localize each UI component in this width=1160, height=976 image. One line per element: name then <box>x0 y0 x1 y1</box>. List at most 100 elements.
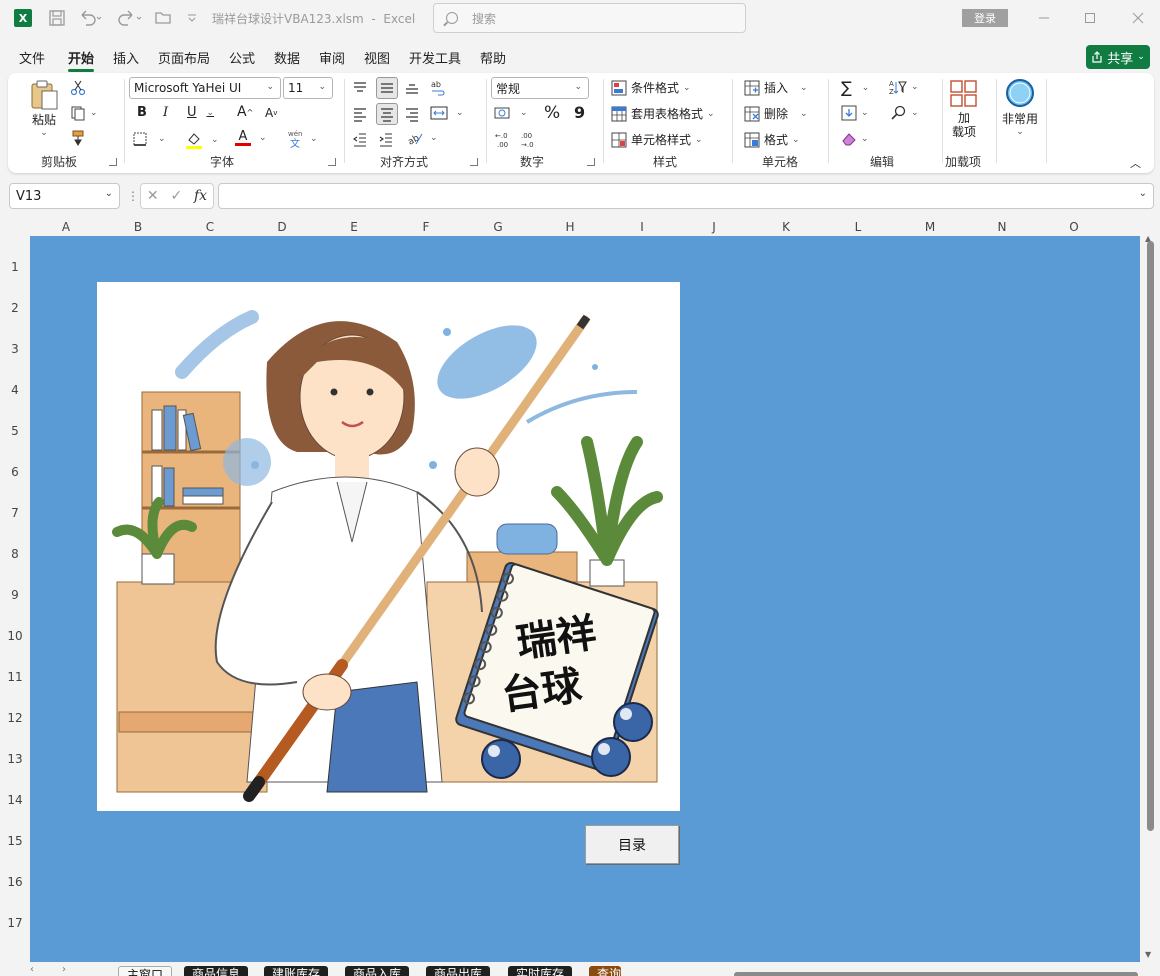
align-center-icon[interactable] <box>376 103 398 125</box>
align-middle-icon[interactable] <box>376 77 398 99</box>
orientation-button[interactable]: ab ⌄ <box>406 130 437 146</box>
column-header-m[interactable]: M <box>894 220 966 234</box>
drag-handle-icon[interactable]: ⋮ <box>127 189 139 203</box>
row-header-8[interactable]: 8 <box>0 547 30 561</box>
column-header-b[interactable]: B <box>102 220 174 234</box>
customize-qat-icon[interactable] <box>186 8 198 28</box>
horizontal-scroll-thumb[interactable] <box>734 972 1138 976</box>
row-header-5[interactable]: 5 <box>0 424 30 438</box>
borders-button[interactable]: ⌄ <box>132 131 166 147</box>
row-header-13[interactable]: 13 <box>0 752 30 766</box>
find-select-button[interactable]: ⌄ <box>891 105 919 121</box>
cell-styles-button[interactable]: 单元格样式 ⌄ <box>611 131 703 148</box>
clipboard-dialog-launcher-icon[interactable] <box>109 158 117 166</box>
row-header-1[interactable]: 1 <box>0 260 30 274</box>
row-header-2[interactable]: 2 <box>0 301 30 315</box>
row-header-14[interactable]: 14 <box>0 793 30 807</box>
row-header-15[interactable]: 15 <box>0 834 30 848</box>
row-header-7[interactable]: 7 <box>0 506 30 520</box>
insert-function-button[interactable]: fx <box>194 188 207 204</box>
sheet-tab-stock-in[interactable]: 商品入库 <box>345 966 410 976</box>
collapse-ribbon-icon[interactable]: ︿ <box>1130 155 1141 171</box>
tab-scroll-left-icon[interactable]: ‹ <box>30 964 34 975</box>
teacher-billiards-illustration[interactable]: 瑞祥 台球 <box>97 282 680 811</box>
addins-button[interactable]: 加 载项 <box>947 79 981 139</box>
accounting-format-button[interactable]: ⌄ <box>494 105 528 121</box>
sheet-tab-live-stock[interactable]: 实时库存 <box>508 966 573 976</box>
redo-icon[interactable] <box>116 8 146 28</box>
tab-review[interactable]: 审阅 <box>319 48 345 67</box>
row-header-3[interactable]: 3 <box>0 342 30 356</box>
minimize-icon[interactable] <box>1034 8 1054 28</box>
undo-icon[interactable] <box>78 8 102 28</box>
row-header-16[interactable]: 16 <box>0 875 30 889</box>
column-header-n[interactable]: N <box>966 220 1038 234</box>
insert-cells-button[interactable]: 插入 ⌄ <box>744 79 808 96</box>
align-right-icon[interactable] <box>404 106 420 122</box>
italic-button[interactable]: I <box>163 105 168 120</box>
tab-page-layout[interactable]: 页面布局 <box>158 48 210 67</box>
grow-font-button[interactable]: A ^ <box>237 104 253 120</box>
align-top-icon[interactable] <box>352 80 368 96</box>
wrap-text-icon[interactable]: ab <box>430 79 448 97</box>
column-header-e[interactable]: E <box>318 220 390 234</box>
column-header-i[interactable]: I <box>606 220 678 234</box>
share-button[interactable]: 共享 ⌄ <box>1086 45 1150 69</box>
row-header-11[interactable]: 11 <box>0 670 30 684</box>
increase-decimal-icon[interactable]: ←.0.00 <box>494 130 512 148</box>
tab-insert[interactable]: 插入 <box>113 48 139 67</box>
row-header-17[interactable]: 17 <box>0 916 30 930</box>
tab-data[interactable]: 数据 <box>274 48 300 67</box>
column-header-l[interactable]: L <box>822 220 894 234</box>
column-header-c[interactable]: C <box>174 220 246 234</box>
fill-button[interactable]: ⌄ <box>841 105 869 121</box>
column-header-g[interactable]: G <box>462 220 534 234</box>
column-header-a[interactable]: A <box>30 220 102 234</box>
tab-developer[interactable]: 开发工具 <box>409 48 461 67</box>
paste-button[interactable]: 粘贴 ⌄ <box>26 79 62 138</box>
sort-filter-button[interactable]: A Z ⌄ <box>889 79 919 95</box>
align-left-icon[interactable] <box>352 106 368 122</box>
maximize-icon[interactable] <box>1080 8 1100 28</box>
enter-icon[interactable]: ✓ <box>170 188 182 204</box>
decrease-decimal-icon[interactable]: .00 →.0 <box>520 130 538 148</box>
tab-home[interactable]: 开始 <box>68 48 95 72</box>
tab-formulas[interactable]: 公式 <box>229 48 255 67</box>
row-header-4[interactable]: 4 <box>0 383 30 397</box>
formula-input[interactable]: ⌄ <box>218 183 1154 209</box>
tab-help[interactable]: 帮助 <box>480 48 506 67</box>
alignment-dialog-launcher-icon[interactable] <box>470 158 478 166</box>
column-header-k[interactable]: K <box>750 220 822 234</box>
underline-button[interactable]: U ⌄ <box>187 105 214 120</box>
comma-style-button[interactable]: 9 <box>574 103 585 122</box>
cancel-icon[interactable]: ✕ <box>147 188 159 204</box>
directory-button[interactable]: 目录 <box>585 825 679 864</box>
fill-color-button[interactable]: ⌄ <box>185 131 219 149</box>
sheet-tab-main[interactable]: 主窗口 <box>118 966 173 976</box>
row-header-6[interactable]: 6 <box>0 465 30 479</box>
bold-button[interactable]: B <box>137 105 147 120</box>
format-cells-button[interactable]: 格式 ⌄ <box>744 131 800 148</box>
row-header-12[interactable]: 12 <box>0 711 30 725</box>
tab-scroll-right-icon[interactable]: › <box>62 964 66 975</box>
scroll-down-icon[interactable]: ▼ <box>1145 950 1151 959</box>
tab-view[interactable]: 视图 <box>364 48 390 67</box>
increase-indent-icon[interactable] <box>378 131 394 147</box>
column-header-o[interactable]: O <box>1038 220 1110 234</box>
format-painter-icon[interactable] <box>70 130 86 146</box>
shrink-font-button[interactable]: Av <box>265 106 277 120</box>
row-header-10[interactable]: 10 <box>0 629 30 643</box>
sheet-tab-products[interactable]: 商品信息 <box>184 966 249 976</box>
copy-icon[interactable]: ⌄ <box>70 105 98 121</box>
column-header-j[interactable]: J <box>678 220 750 234</box>
number-format-select[interactable]: 常规 ⌄ <box>491 77 589 99</box>
tab-file[interactable]: 文件 <box>19 48 45 67</box>
vertical-scroll-thumb[interactable] <box>1147 241 1154 831</box>
column-header-h[interactable]: H <box>534 220 606 234</box>
sheet-tab-query[interactable]: 查询 <box>589 966 621 976</box>
clear-button[interactable]: ⌄ <box>841 131 869 147</box>
percent-button[interactable]: % <box>544 103 560 123</box>
number-dialog-launcher-icon[interactable] <box>587 158 595 166</box>
search-input[interactable]: 搜索 <box>433 3 746 33</box>
font-dialog-launcher-icon[interactable] <box>328 158 336 166</box>
